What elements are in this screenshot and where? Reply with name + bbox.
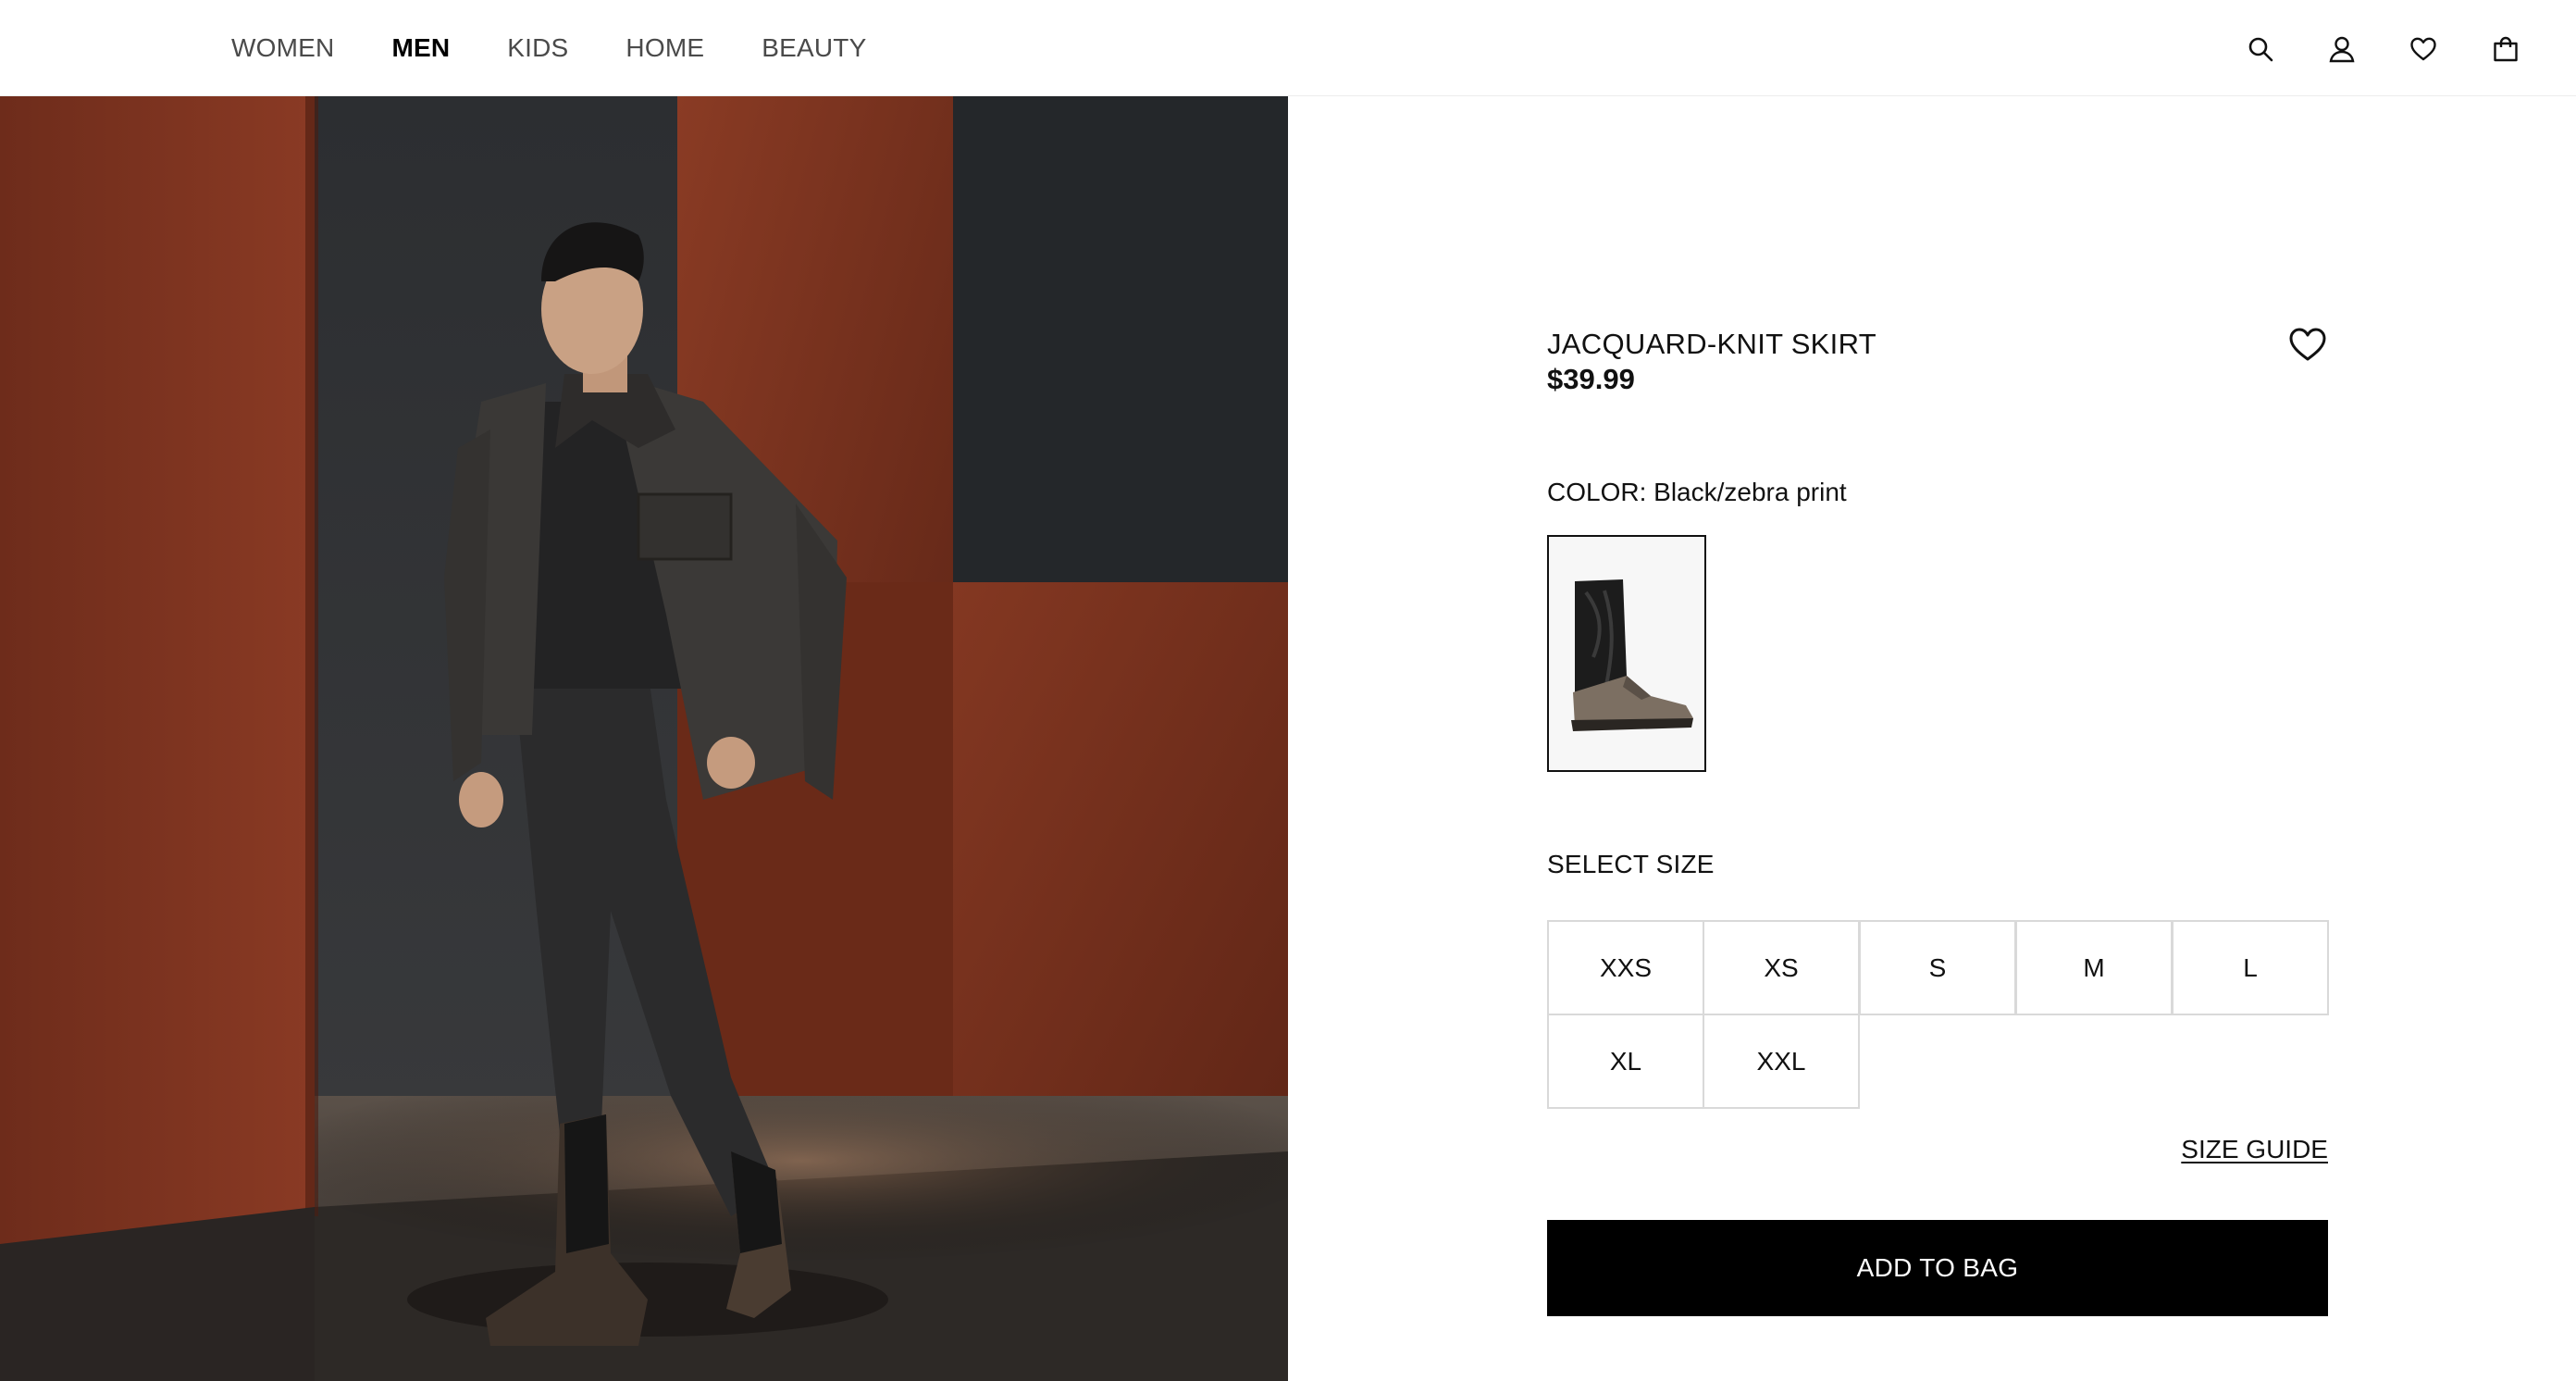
heart-icon[interactable] bbox=[2409, 35, 2437, 63]
account-icon[interactable] bbox=[2328, 35, 2356, 63]
color-label: COLOR: bbox=[1547, 478, 1647, 506]
product-title: JACQUARD-KNIT SKIRT bbox=[1547, 328, 1876, 360]
nav-item-home[interactable]: HOME bbox=[625, 33, 704, 63]
product-hero-image bbox=[0, 96, 1288, 1381]
product-price: $39.99 bbox=[1547, 363, 1635, 395]
size-option-xxs[interactable]: XXS bbox=[1547, 920, 1704, 1015]
size-option-m[interactable]: M bbox=[2015, 920, 2173, 1015]
size-guide-link[interactable]: SIZE GUIDE bbox=[2181, 1135, 2328, 1164]
size-option-xl[interactable]: XL bbox=[1547, 1014, 1704, 1109]
main-nav: WOMEN MEN KIDS HOME BEAUTY bbox=[231, 0, 866, 96]
color-value: Black/zebra print bbox=[1653, 478, 1847, 506]
select-size-label: SELECT SIZE bbox=[1547, 850, 1715, 878]
add-to-wishlist-icon[interactable] bbox=[2287, 324, 2328, 365]
nav-item-women[interactable]: WOMEN bbox=[231, 33, 334, 63]
size-option-xxl[interactable]: XXL bbox=[1703, 1014, 1860, 1109]
size-option-xs[interactable]: XS bbox=[1703, 920, 1860, 1015]
color-line: COLOR: Black/zebra print bbox=[1547, 478, 1847, 507]
search-icon[interactable] bbox=[2247, 35, 2274, 63]
nav-item-kids[interactable]: KIDS bbox=[507, 33, 568, 63]
add-to-bag-button[interactable]: ADD TO BAG bbox=[1547, 1220, 2328, 1316]
size-option-l[interactable]: L bbox=[2172, 920, 2329, 1015]
nav-item-beauty[interactable]: BEAUTY bbox=[762, 33, 866, 63]
bag-icon[interactable] bbox=[2492, 35, 2520, 63]
size-option-s[interactable]: S bbox=[1859, 920, 2016, 1015]
site-header: WOMEN MEN KIDS HOME BEAUTY bbox=[0, 0, 2576, 96]
color-swatch-selected[interactable] bbox=[1547, 535, 1706, 772]
nav-item-men[interactable]: MEN bbox=[391, 33, 450, 63]
